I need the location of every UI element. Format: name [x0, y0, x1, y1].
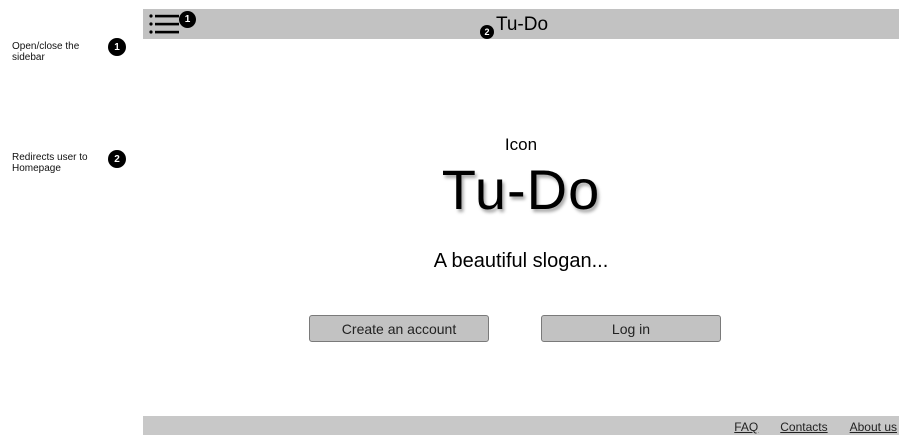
annotation-note-homepage: Redirects user to Homepage	[12, 152, 88, 174]
header-title-link[interactable]: Tu-Do	[143, 14, 899, 36]
footer-link-about-us[interactable]: About us	[850, 420, 897, 434]
annotation-marker-2: 2	[108, 150, 126, 168]
footer-link-contacts[interactable]: Contacts	[780, 420, 827, 434]
slogan-text: A beautiful slogan...	[433, 250, 609, 272]
header-bar: Tu-Do	[143, 9, 899, 39]
page: Open/close the sidebar 1 Redirects user …	[0, 0, 899, 435]
header-title-text[interactable]: Tu-Do	[494, 14, 548, 36]
footer-links: FAQ Contacts About us	[734, 420, 897, 434]
footer-link-faq[interactable]: FAQ	[734, 420, 758, 434]
logo-icon-placeholder: Icon	[504, 135, 538, 154]
footer-bar: FAQ Contacts About us	[143, 416, 899, 435]
annotation-marker-title: 2	[480, 25, 494, 39]
annotation-note-sidebar: Open/close the sidebar	[12, 41, 80, 63]
login-button[interactable]: Log in	[541, 315, 721, 342]
annotation-marker-menu: 1	[179, 11, 196, 28]
annotation-marker-1: 1	[108, 38, 126, 56]
hero-title: Tu-Do	[441, 158, 601, 221]
create-account-button[interactable]: Create an account	[309, 315, 489, 342]
